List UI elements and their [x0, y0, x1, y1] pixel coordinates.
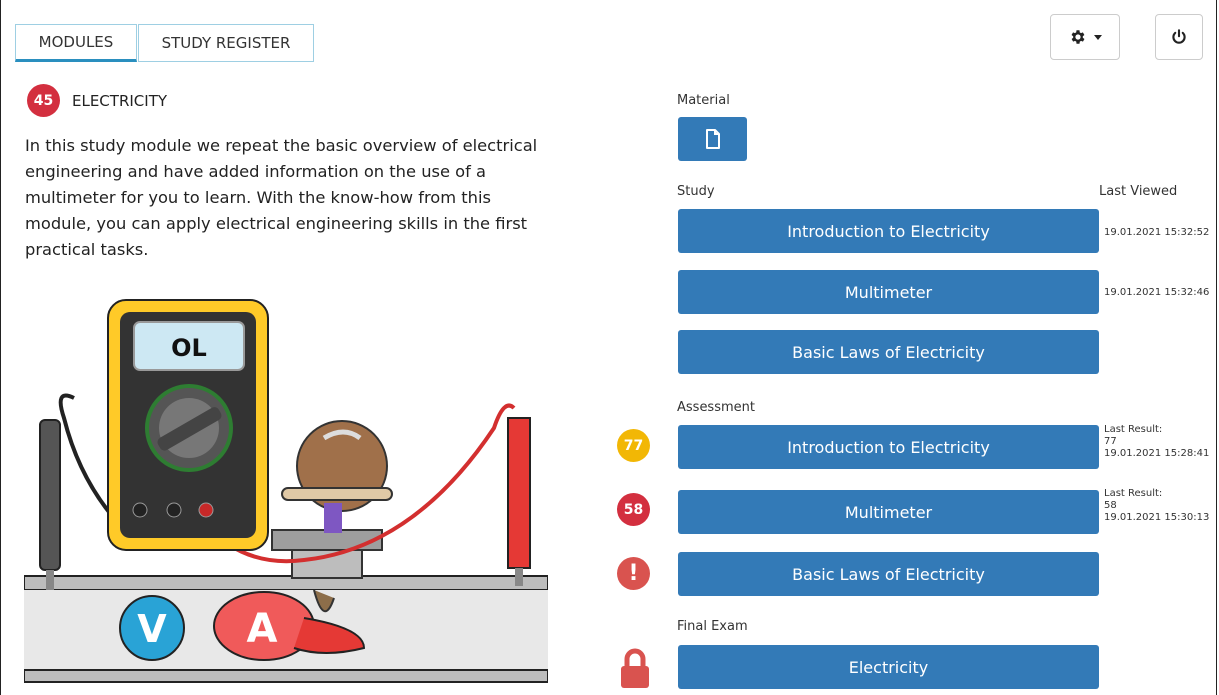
- logout-button[interactable]: [1155, 14, 1203, 60]
- study-multimeter-button[interactable]: Multimeter: [678, 270, 1099, 314]
- last-result-info: Last Result: 58 19.01.2021 15:30:13: [1104, 488, 1209, 524]
- assessment-introduction-button[interactable]: Introduction to Electricity: [678, 425, 1099, 469]
- material-label: Material: [677, 93, 730, 108]
- module-description: In this study module we repeat the basic…: [25, 136, 538, 259]
- last-result-info: Last Result: 77 19.01.2021 15:28:41: [1104, 424, 1209, 460]
- last-viewed-timestamp: 19.01.2021 15:32:52: [1104, 227, 1210, 238]
- tab-modules[interactable]: MODULES: [15, 24, 137, 62]
- assessment-label: Assessment: [677, 400, 755, 415]
- last-result-label: Last Result:: [1104, 488, 1163, 499]
- material-document-button[interactable]: [678, 117, 747, 161]
- tab-bar: MODULES STUDY REGISTER: [15, 24, 315, 62]
- current-character: A: [247, 606, 278, 652]
- lock-icon: [621, 648, 649, 688]
- last-result-value: 58: [1104, 500, 1117, 511]
- settings-dropdown-button[interactable]: [1050, 14, 1120, 60]
- final-exam-label: Final Exam: [677, 619, 748, 634]
- last-viewed-header: Last Viewed: [1099, 184, 1178, 199]
- score-badge: 58: [617, 493, 650, 526]
- assessment-basic-laws-button[interactable]: Basic Laws of Electricity: [678, 552, 1099, 596]
- last-result-label: Last Result:: [1104, 424, 1163, 435]
- study-label: Study: [677, 184, 715, 199]
- document-icon: [705, 129, 720, 149]
- module-header: 45 ELECTRICITY: [27, 84, 167, 117]
- voltage-character: V: [137, 607, 167, 651]
- display-readout: OL: [171, 334, 207, 362]
- study-introduction-button[interactable]: Introduction to Electricity: [678, 209, 1099, 253]
- last-result-date: 19.01.2021 15:30:13: [1104, 512, 1210, 523]
- power-icon: [1172, 29, 1186, 44]
- last-result-date: 19.01.2021 15:28:41: [1104, 448, 1210, 459]
- study-basic-laws-button[interactable]: Basic Laws of Electricity: [678, 330, 1099, 374]
- module-number-badge: 45: [27, 84, 60, 117]
- gear-icon: [1071, 30, 1084, 44]
- chevron-down-icon: [1093, 34, 1102, 40]
- module-title: ELECTRICITY: [72, 91, 168, 110]
- last-result-value: 77: [1104, 436, 1117, 447]
- tab-study-register[interactable]: STUDY REGISTER: [138, 24, 314, 62]
- score-badge: 77: [617, 429, 650, 462]
- last-viewed-timestamp: 19.01.2021 15:32:46: [1104, 287, 1210, 298]
- warning-icon: !: [617, 557, 650, 590]
- multimeter-illustration: OL V A: [24, 299, 548, 683]
- final-exam-button[interactable]: Electricity: [678, 645, 1099, 689]
- assessment-multimeter-button[interactable]: Multimeter: [678, 490, 1099, 534]
